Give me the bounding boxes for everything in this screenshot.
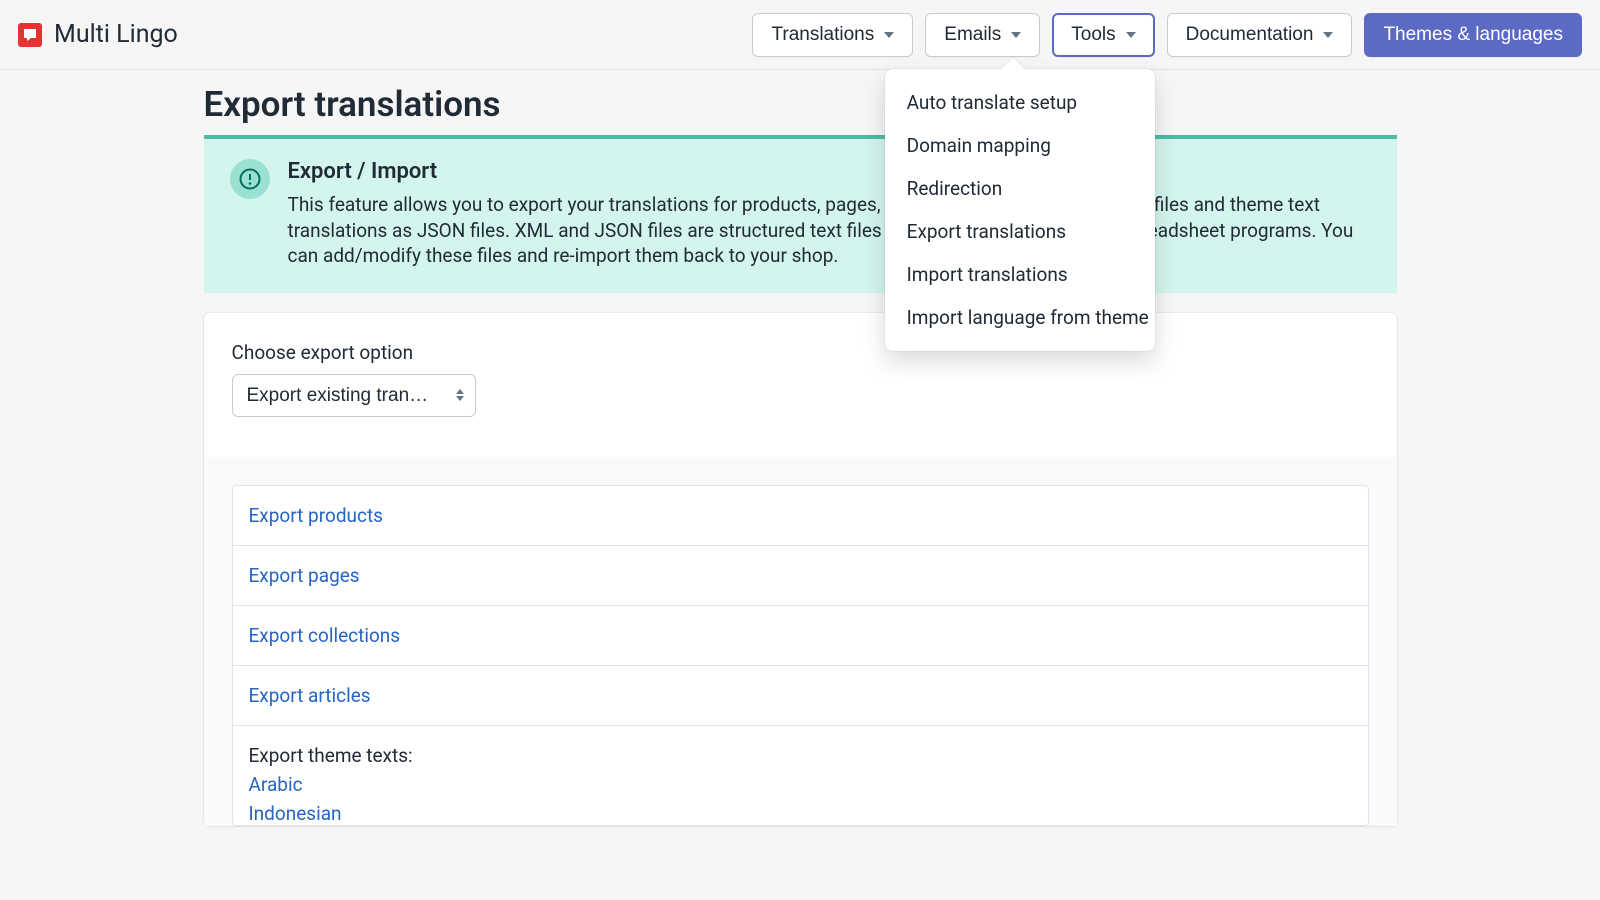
tools-redirection[interactable]: Redirection: [885, 167, 1155, 210]
nav-tools[interactable]: Tools: [1052, 13, 1154, 57]
caret-down-icon: [1011, 30, 1021, 40]
nav-themes-languages-label: Themes & languages: [1383, 24, 1563, 46]
export-products-link[interactable]: Export products: [233, 486, 1368, 546]
caret-down-icon: [1323, 30, 1333, 40]
nav-translations-label: Translations: [771, 24, 874, 46]
export-list-wrap: Export products Export pages Export coll…: [204, 457, 1397, 826]
top-nav: Translations Emails Tools Auto translate…: [752, 13, 1582, 57]
nav-tools-wrap: Tools Auto translate setup Domain mappin…: [1052, 13, 1154, 57]
tools-import-language[interactable]: Import language from theme: [885, 296, 1155, 339]
nav-documentation-label: Documentation: [1186, 24, 1314, 46]
export-card: Choose export option Export existing tra…: [204, 313, 1397, 826]
choose-export-select-wrap: Export existing translations: [232, 374, 476, 417]
caret-down-icon: [1126, 30, 1136, 40]
top-bar: Multi Lingo Translations Emails Tools Au…: [0, 0, 1600, 70]
app-logo-icon: [18, 23, 42, 47]
export-theme-lang-arabic[interactable]: Arabic: [249, 767, 1352, 796]
nav-translations[interactable]: Translations: [752, 13, 913, 57]
choose-export-label: Choose export option: [232, 341, 1369, 364]
brand: Multi Lingo: [18, 20, 178, 49]
export-theme-texts-row: Export theme texts: Arabic Indonesian: [233, 726, 1368, 825]
info-icon: [230, 159, 270, 199]
banner-heading: Export / Import: [288, 159, 1371, 184]
app-title: Multi Lingo: [54, 20, 178, 49]
caret-down-icon: [884, 30, 894, 40]
tools-export-translations[interactable]: Export translations: [885, 210, 1155, 253]
tools-auto-translate[interactable]: Auto translate setup: [885, 81, 1155, 124]
info-banner: Export / Import This feature allows you …: [204, 139, 1397, 293]
nav-emails-label: Emails: [944, 24, 1001, 46]
export-pages-link[interactable]: Export pages: [233, 546, 1368, 606]
tools-domain-mapping[interactable]: Domain mapping: [885, 124, 1155, 167]
content: Export translations Export / Import This…: [204, 70, 1397, 826]
export-list: Export products Export pages Export coll…: [232, 485, 1369, 826]
nav-themes-languages[interactable]: Themes & languages: [1364, 13, 1582, 57]
nav-emails[interactable]: Emails: [925, 13, 1040, 57]
export-theme-lang-indonesian[interactable]: Indonesian: [249, 796, 1352, 825]
card-section-option: Choose export option Export existing tra…: [204, 313, 1397, 417]
tools-dropdown: Auto translate setup Domain mapping Redi…: [885, 69, 1155, 351]
nav-documentation[interactable]: Documentation: [1167, 13, 1353, 57]
page-title: Export translations: [204, 74, 1397, 135]
tools-import-translations[interactable]: Import translations: [885, 253, 1155, 296]
banner-text: This feature allows you to export your t…: [288, 192, 1371, 269]
banner-body: Export / Import This feature allows you …: [288, 159, 1371, 269]
choose-export-select[interactable]: Export existing translations: [232, 374, 476, 417]
export-theme-texts-label: Export theme texts:: [249, 744, 1352, 767]
export-articles-link[interactable]: Export articles: [233, 666, 1368, 726]
export-collections-link[interactable]: Export collections: [233, 606, 1368, 666]
nav-tools-label: Tools: [1071, 24, 1115, 46]
